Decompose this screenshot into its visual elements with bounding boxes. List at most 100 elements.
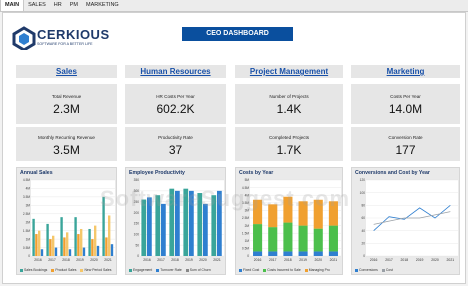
y-tick-label: 100 — [134, 232, 140, 236]
legend-item: Managing Pro — [304, 268, 330, 272]
bar — [283, 251, 293, 256]
chart-legend: Engagement Turnover Rate Sum of Churn — [129, 268, 223, 272]
x-tick-label: 2017 — [269, 258, 277, 262]
kpi-label: Monthly Recurring Revenue — [38, 135, 95, 140]
bar — [268, 227, 278, 252]
tab-main[interactable]: MAIN — [0, 0, 25, 11]
y-tick-label: 2M — [26, 220, 31, 224]
x-tick-label: 2016 — [143, 258, 151, 262]
kpi-costs-per-year: Costs Per Year 14.0M — [351, 84, 460, 124]
bar — [68, 249, 72, 256]
bar — [253, 251, 263, 256]
legend-label: Conversions — [359, 268, 378, 272]
bar — [63, 237, 66, 256]
bar — [328, 225, 338, 252]
brand-tagline: SOFTWARE FOR A BETTER LIFE — [37, 42, 93, 46]
legend-swatch — [156, 268, 160, 272]
x-tick-label: 2021 — [213, 258, 221, 262]
x-tick-label: 2019 — [416, 258, 424, 262]
legend-item: Sales Bookings — [20, 268, 47, 272]
tab-sales[interactable]: SALES — [24, 0, 50, 11]
tab-pm[interactable]: PM — [66, 0, 82, 11]
bar — [60, 217, 63, 256]
kpi-label: Completed Projects — [268, 135, 310, 140]
kpi-value: 14.0M — [388, 102, 423, 116]
kpi-value: 3.5M — [53, 143, 80, 157]
y-tick-label: 1.5M — [242, 231, 249, 235]
section-link-sales[interactable]: Sales — [16, 65, 117, 78]
legend-swatch — [20, 268, 23, 272]
legend-label: Cost — [385, 268, 393, 272]
legend-label: Sales Bookings — [24, 268, 48, 272]
bar — [88, 228, 91, 256]
legend-item: Conversions — [355, 268, 378, 272]
costs-by-year-chart: Costs by Year 0 0.5M 1M 1.5M 2M 2.5M 3M 3.5M 4M 4… — [235, 167, 343, 275]
y-tick-label: 100 — [360, 191, 366, 195]
bar — [328, 251, 338, 256]
section-link-project-management[interactable]: Project Management — [235, 65, 343, 78]
y-tick-label: 0 — [28, 254, 30, 258]
legend-swatch — [239, 268, 242, 272]
kpi-value: 1.7K — [276, 143, 302, 157]
y-tick-label: 1M — [245, 239, 250, 243]
kpi-conversion-rate: Conversion Rate 177 — [351, 127, 460, 161]
kpi-hr-costs: HR Costs Per Year 602.2K — [125, 84, 226, 124]
tab-hr[interactable]: HR — [50, 0, 66, 11]
legend-item: Fixed Cost — [239, 268, 259, 272]
kpi-label: Costs Per Year — [390, 94, 421, 99]
legend-item: New Period Sales — [80, 268, 111, 272]
employee-productivity-chart: Employee Productivity 0 50 100 150 200 250 300… — [125, 167, 226, 275]
bar — [82, 247, 86, 256]
legend-label: Costs Incurred to Sale — [267, 268, 301, 272]
x-tick-label: 2019 — [76, 258, 84, 262]
kpi-label: Number of Projects — [269, 94, 309, 99]
y-tick-label: 0 — [247, 254, 249, 258]
y-tick-label: 2.5M — [242, 216, 249, 220]
legend-label: Turnover Rate — [160, 268, 182, 272]
section-link-marketing[interactable]: Marketing — [351, 65, 460, 78]
legend-swatch — [381, 268, 385, 272]
chart-legend: Conversions Cost — [355, 268, 457, 272]
bar — [298, 225, 308, 252]
bar — [108, 215, 111, 256]
kpi-value: 177 — [395, 143, 416, 157]
bar — [298, 251, 308, 256]
bar — [74, 217, 77, 256]
tab-marketing[interactable]: MARKETING — [82, 0, 123, 11]
kpi-value: 602.2K — [156, 102, 195, 116]
legend-swatch — [263, 268, 267, 272]
annual-sales-chart: Annual Sales 0 0.5M 1M 1.5M 2M 2.5M 3M 3.5M 4M 4.… — [16, 167, 117, 275]
kpi-productivity-rate: Productivity Rate 37 — [125, 127, 226, 161]
kpi-label: Conversion Rate — [388, 135, 423, 140]
y-tick-label: 350 — [134, 178, 140, 182]
bar — [94, 225, 97, 256]
conversions-cost-chart: Conversions and Cost by Year 0 20 40 60 80 10… — [351, 167, 460, 275]
bar — [313, 251, 323, 256]
y-tick-label: 0.5M — [23, 246, 30, 250]
bar — [253, 224, 263, 252]
kpi-label: Total Revenue — [51, 94, 82, 99]
legend-item: Cost — [381, 268, 393, 272]
bar — [32, 218, 35, 256]
y-tick-label: 0 — [363, 254, 365, 258]
bar — [91, 239, 94, 256]
x-tick-label: 2018 — [284, 258, 292, 262]
x-tick-label: 2020 — [314, 258, 322, 262]
legend-swatch — [129, 268, 132, 272]
bar — [80, 228, 83, 256]
x-tick-label: 2020 — [431, 258, 439, 262]
legend-item: Sum of Churn — [185, 268, 211, 272]
legend-item: Costs Incurred to Sale — [263, 268, 301, 272]
bar — [313, 228, 323, 252]
chart-legend: Fixed Cost Costs Incurred to Sale Managing… — [239, 268, 340, 272]
x-tick-label: 2018 — [171, 258, 179, 262]
y-tick-label: 80 — [361, 204, 365, 208]
x-tick-label: 2018 — [62, 258, 70, 262]
legend-label: Fixed Cost — [243, 268, 260, 272]
x-tick-label: 2017 — [385, 258, 393, 262]
legend-swatch — [355, 268, 358, 272]
dashboard-title: CEO DASHBOARD — [182, 27, 293, 41]
sheet-tab-bar: MAIN SALES HR PM MARKETING — [0, 0, 468, 12]
section-link-human-resources[interactable]: Human Resources — [125, 65, 226, 78]
kpi-number-of-projects: Number of Projects 1.4K — [235, 84, 343, 124]
